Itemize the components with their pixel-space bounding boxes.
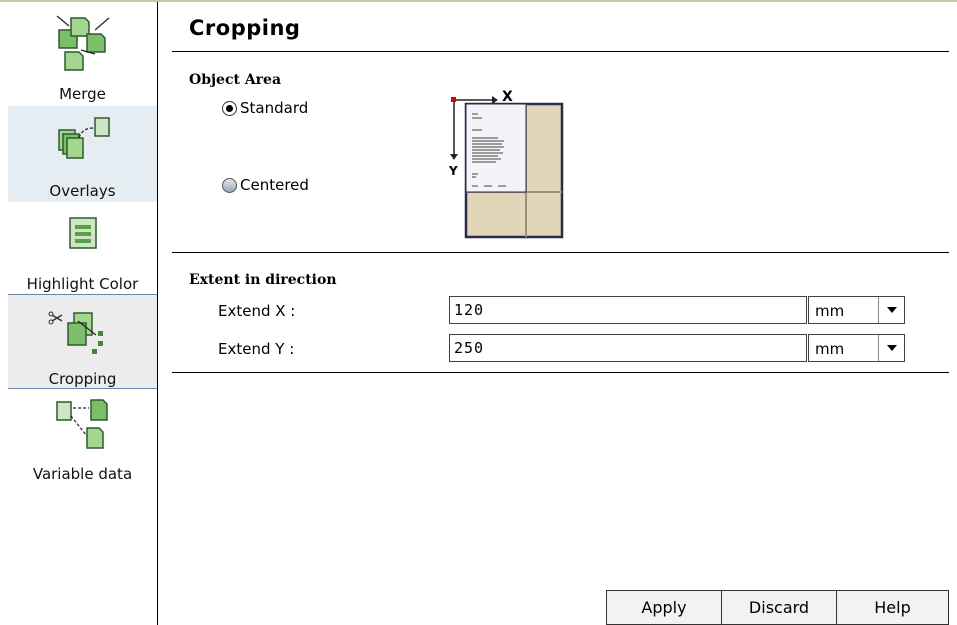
dropdown-button[interactable] <box>878 335 904 361</box>
sidebar-item-variable-data[interactable]: Variable data <box>8 388 157 488</box>
bottom-divider <box>172 372 949 373</box>
help-button[interactable]: Help <box>836 590 949 625</box>
section-divider <box>172 252 949 253</box>
chevron-down-icon <box>886 307 897 313</box>
sidebar-item-label: Overlays <box>49 182 116 200</box>
radio-standard[interactable]: Standard <box>222 99 308 117</box>
page-title: Cropping <box>189 16 301 40</box>
radio-centered[interactable]: Centered <box>222 176 309 194</box>
radio-button-selected[interactable] <box>222 100 237 116</box>
sidebar: Merge Overlays Highlight Color Cropping … <box>0 2 158 625</box>
sidebar-item-label: Highlight Color <box>26 275 139 293</box>
overlays-icon <box>51 112 115 176</box>
dropdown-button[interactable] <box>878 297 904 323</box>
title-divider <box>172 51 949 52</box>
sidebar-item-label: Variable data <box>32 465 133 483</box>
extend-y-label: Extend Y : <box>218 340 295 358</box>
extend-x-input[interactable]: 120 <box>449 296 807 324</box>
apply-button[interactable]: Apply <box>606 590 722 625</box>
sidebar-item-label: Merge <box>59 85 106 103</box>
radio-centered-label: Centered <box>240 176 309 194</box>
object-area-label: Object Area <box>189 72 282 88</box>
sidebar-item-merge[interactable]: Merge <box>8 2 157 106</box>
sidebar-item-highlight-color[interactable]: Highlight Color <box>8 202 157 294</box>
variable-data-icon <box>51 396 115 460</box>
extend-x-unit-select[interactable]: mm <box>808 296 905 324</box>
merge-icon <box>51 10 115 78</box>
unit-value: mm <box>815 340 845 358</box>
extend-y-input[interactable]: 250 <box>449 334 807 362</box>
chevron-down-icon <box>886 345 897 351</box>
extent-label: Extent in direction <box>189 272 337 288</box>
discard-button[interactable]: Discard <box>721 590 837 625</box>
cropping-panel: Cropping Object Area Standard Centered X… <box>158 2 957 625</box>
sidebar-item-cropping[interactable]: Cropping <box>8 294 157 389</box>
radio-standard-label: Standard <box>240 99 309 117</box>
sidebar-item-overlays[interactable]: Overlays <box>8 106 157 202</box>
y-axis-label: Y <box>449 164 458 178</box>
extend-y-unit-select[interactable]: mm <box>808 334 905 362</box>
radio-button-unselected[interactable] <box>222 177 237 193</box>
unit-value: mm <box>815 302 845 320</box>
extend-x-label: Extend X : <box>218 302 296 320</box>
highlight-color-icon <box>68 216 98 254</box>
object-area-diagram: X Y <box>448 89 568 242</box>
cropping-icon <box>48 301 118 365</box>
x-axis-label: X <box>502 89 513 105</box>
sidebar-item-label: Cropping <box>48 370 117 388</box>
